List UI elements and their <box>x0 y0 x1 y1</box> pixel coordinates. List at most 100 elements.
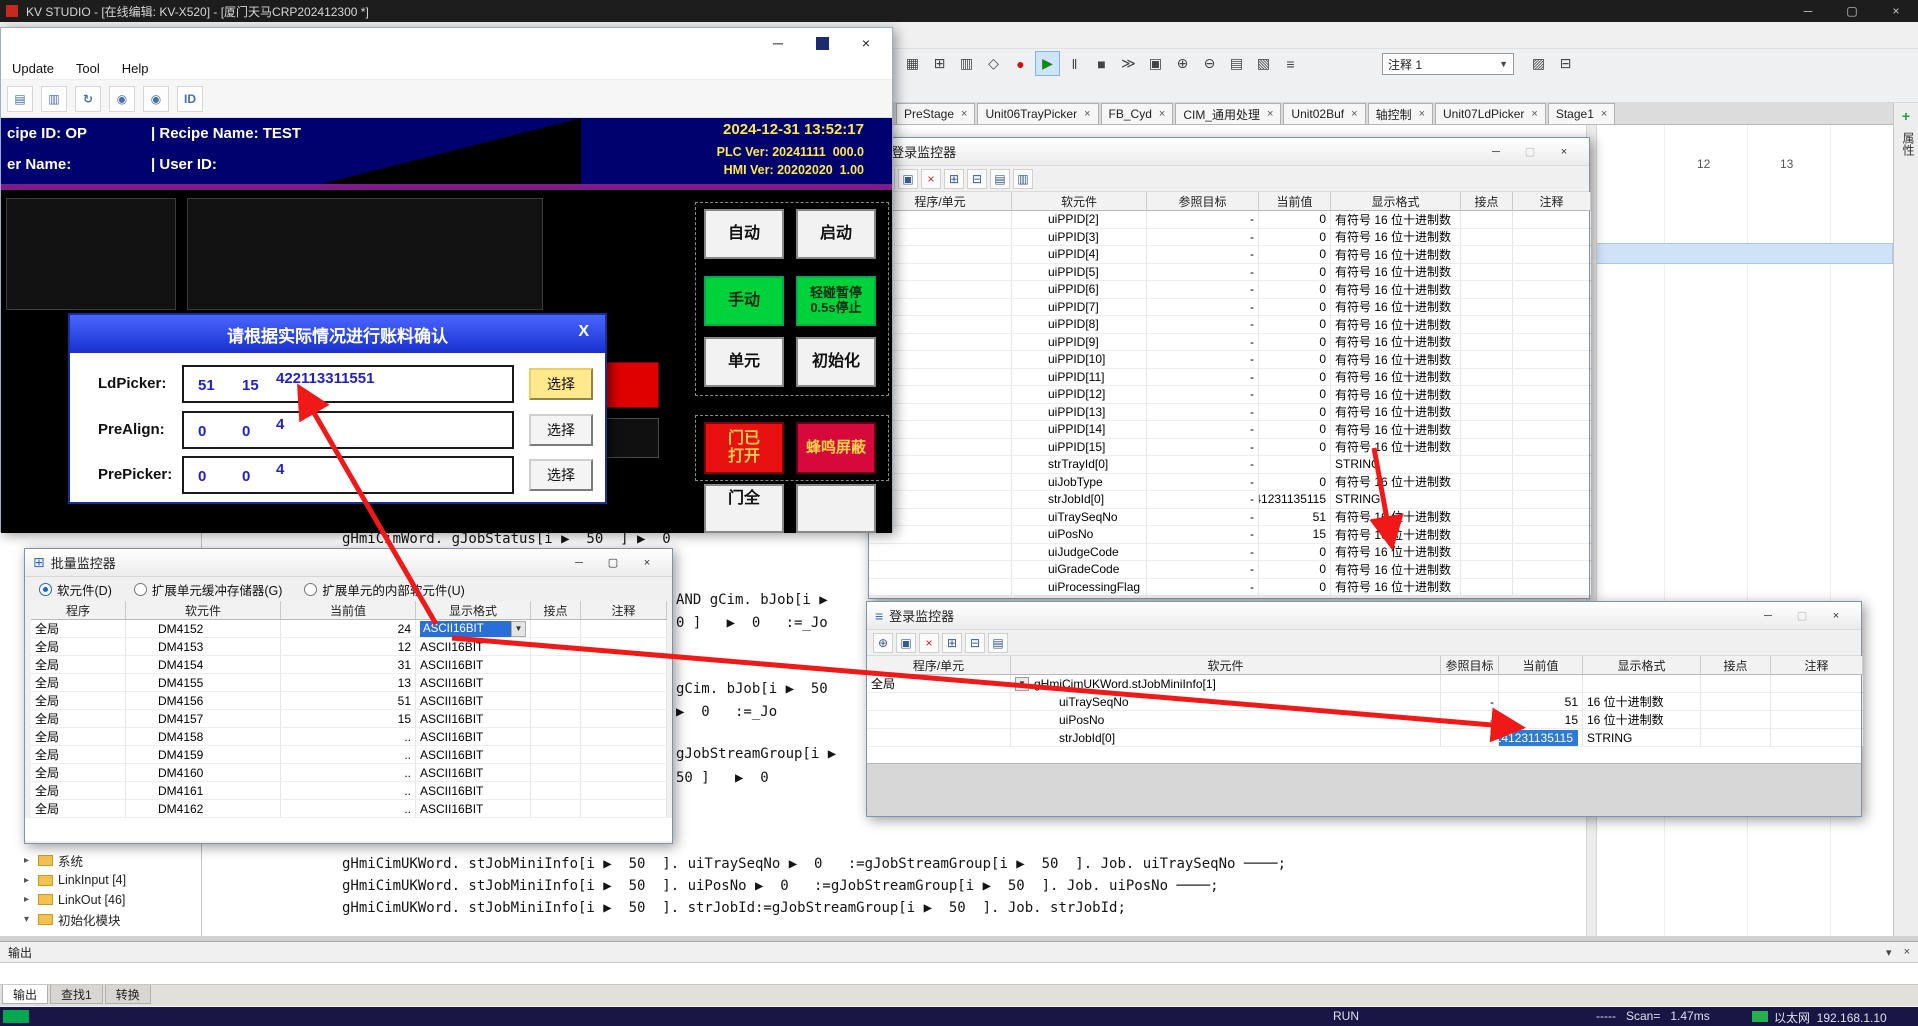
table-row[interactable]: uiPPID[13]-0有符号 16 位十进制数 <box>869 404 1589 422</box>
table-row[interactable]: uiJudgeCode-0有符号 16 位十进制数 <box>869 544 1589 562</box>
minimize-icon[interactable]: ─ <box>1751 606 1785 626</box>
trace-icon[interactable]: ◇ <box>981 51 1006 76</box>
close-icon[interactable]: × <box>1351 108 1357 120</box>
maximize-icon[interactable]: ▢ <box>1785 606 1819 626</box>
minimize-icon[interactable]: ─ <box>562 553 596 573</box>
format-combobox[interactable]: ASCII16BIT▼ <box>420 621 526 637</box>
comment-view-icon[interactable]: ▨ <box>1526 51 1551 76</box>
table-row[interactable]: uiPosNo-15有符号 16 位十进制数 <box>869 526 1589 544</box>
radio-option[interactable]: 软元件(D) <box>39 580 112 599</box>
close-icon[interactable]: × <box>1819 606 1853 626</box>
editor-tab[interactable]: Unit02Buf× <box>1283 103 1365 124</box>
column-header[interactable]: 当前值 <box>1259 192 1331 211</box>
minimize-icon[interactable]: ─ <box>1786 0 1830 22</box>
monitor-mode-icon[interactable]: ▣ <box>1143 51 1168 76</box>
menu-help[interactable]: Help <box>111 61 160 76</box>
table-row[interactable]: uiProcessingFlag-0有符号 16 位十进制数 <box>869 579 1589 597</box>
initialize-button[interactable]: 初始化 <box>796 337 876 387</box>
close-icon[interactable]: × <box>1874 0 1918 22</box>
chevron-icon[interactable]: ▸ <box>24 855 38 866</box>
chevron-down-icon[interactable]: ▼ <box>511 621 526 637</box>
table-row[interactable]: uiTraySeqNo-51有符号 16 位十进制数 <box>869 509 1589 527</box>
stop-icon[interactable]: ■ <box>1089 51 1114 76</box>
window-split-icon[interactable]: ⊟ <box>1553 51 1578 76</box>
table-row[interactable]: 全局DM4160..ASCII16BIT <box>31 764 667 782</box>
door-open-button[interactable]: 门已 打开 <box>704 422 784 474</box>
minimize-icon[interactable]: ─ <box>1479 142 1513 162</box>
manual-button[interactable]: 手动 <box>704 276 784 326</box>
maximize-icon[interactable]: ▢ <box>1513 142 1547 162</box>
zoom-out-icon[interactable]: ⊖ <box>1197 51 1222 76</box>
chevron-down-icon[interactable]: ▼ <box>1499 59 1508 69</box>
column-header[interactable]: 当前值 <box>281 601 416 620</box>
table-row[interactable]: uiTraySeqNo-5116 位十进制数 <box>867 693 1861 711</box>
table-row[interactable]: uiPPID[15]-0有符号 16 位十进制数 <box>869 439 1589 457</box>
table-row[interactable]: uiPPID[12]-0有符号 16 位十进制数 <box>869 386 1589 404</box>
window-icon[interactable]: ▤ <box>7 86 33 112</box>
zoom-in-icon[interactable]: ⊕ <box>1170 51 1195 76</box>
list-icon[interactable]: ≡ <box>1278 51 1303 76</box>
table-row[interactable]: uiPPID[3]-0有符号 16 位十进制数 <box>869 229 1589 247</box>
table-row[interactable]: 全局DM4158..ASCII16BIT <box>31 728 667 746</box>
editor-tab[interactable]: FB_Cyd× <box>1101 103 1174 124</box>
grid-icon[interactable]: ⊞ <box>942 633 962 653</box>
output-panel-header[interactable]: 输出 ▾ × <box>0 942 1918 962</box>
grid-icon[interactable]: ⊞ <box>944 169 964 189</box>
table-row[interactable]: uiPPID[7]-0有符号 16 位十进制数 <box>869 299 1589 317</box>
camera-icon[interactable]: ◉ <box>109 86 135 112</box>
pin-icon[interactable]: ▾ <box>1886 946 1892 959</box>
close-icon[interactable]: × <box>1601 108 1607 120</box>
close-icon[interactable]: X <box>578 323 589 341</box>
selected-ladder-cell[interactable] <box>1596 243 1893 264</box>
editor-tab[interactable]: PreStage× <box>896 103 975 124</box>
table-row[interactable]: uiPPID[2]-0有符号 16 位十进制数 <box>869 211 1589 229</box>
column-header[interactable]: 显示格式 <box>416 601 531 620</box>
column-header[interactable]: 显示格式 <box>1331 192 1461 211</box>
table-row[interactable]: uiPPID[10]-0有符号 16 位十进制数 <box>869 351 1589 369</box>
close-icon[interactable]: × <box>844 30 888 56</box>
close-icon[interactable]: × <box>961 108 967 120</box>
grid-minus-icon[interactable]: ⊟ <box>965 633 985 653</box>
pause-icon[interactable]: ‖ <box>1062 51 1087 76</box>
table-row[interactable]: uiPPID[4]-0有符号 16 位十进制数 <box>869 246 1589 264</box>
lot-value-box[interactable]: 0 0 4 <box>182 456 514 494</box>
table-row[interactable]: 全局▼gHmiCimUKWord.stJobMiniInfo[1] <box>867 675 1861 693</box>
record-icon[interactable]: ● <box>1008 51 1033 76</box>
tab-output[interactable]: 输出 <box>2 985 48 1004</box>
add-icon[interactable]: + <box>1894 108 1918 124</box>
table-row[interactable]: 全局DM415651ASCII16BIT <box>31 692 667 710</box>
radio-icon[interactable] <box>304 583 317 596</box>
grid-view-icon[interactable]: ▤ <box>1224 51 1249 76</box>
column-header[interactable]: 当前值 <box>1499 656 1583 675</box>
delete-icon[interactable]: × <box>921 169 941 189</box>
id-icon[interactable]: ID <box>177 86 203 112</box>
door-all-button[interactable]: 门全 <box>704 484 784 533</box>
device-monitor-icon[interactable]: ▦ <box>900 51 925 76</box>
tree-item[interactable]: ▾初始化模块 <box>0 910 202 930</box>
tree-item[interactable]: ▸LinkInput [4] <box>0 871 202 891</box>
radio-option[interactable]: 扩展单元的内部软元件(U) <box>304 580 464 599</box>
select-button[interactable]: 选择 <box>529 368 593 400</box>
chevron-icon[interactable]: ▾ <box>24 914 38 925</box>
column-header[interactable]: 显示格式 <box>1583 656 1701 675</box>
tab-find[interactable]: 查找1 <box>50 985 103 1004</box>
buzzer-mute-button[interactable]: 蜂鸣屏蔽 <box>796 422 876 474</box>
menu-update[interactable]: Update <box>1 61 65 76</box>
table-row[interactable]: uiPPID[5]-0有符号 16 位十进制数 <box>869 264 1589 282</box>
tree-item[interactable]: ▸系统 <box>0 851 202 871</box>
tab-convert[interactable]: 转换 <box>105 985 151 1004</box>
unit-button[interactable]: 单元 <box>704 337 784 387</box>
step-run-icon[interactable]: ≫ <box>1116 51 1141 76</box>
table-row[interactable]: 全局DM415715ASCII16BIT <box>31 710 667 728</box>
window-titlebar[interactable]: ─ × <box>1 28 892 58</box>
table-row[interactable]: uiPPID[8]-0有符号 16 位十进制数 <box>869 316 1589 334</box>
close-icon[interactable]: × <box>1419 108 1425 120</box>
dialog-titlebar[interactable]: 请根据实际情况进行账料确认 X <box>70 315 605 353</box>
maximize-icon[interactable]: ▢ <box>596 553 630 573</box>
select-button[interactable]: 选择 <box>529 414 593 446</box>
table-row[interactable]: strJobId[0]-241231135115STRING <box>869 491 1589 509</box>
column-header[interactable]: 注释 <box>1771 656 1863 675</box>
column-header[interactable]: 参照目标 <box>1441 656 1499 675</box>
hmi-button[interactable] <box>796 484 876 533</box>
table-row[interactable]: strTrayId[0]-STRING <box>869 456 1589 474</box>
